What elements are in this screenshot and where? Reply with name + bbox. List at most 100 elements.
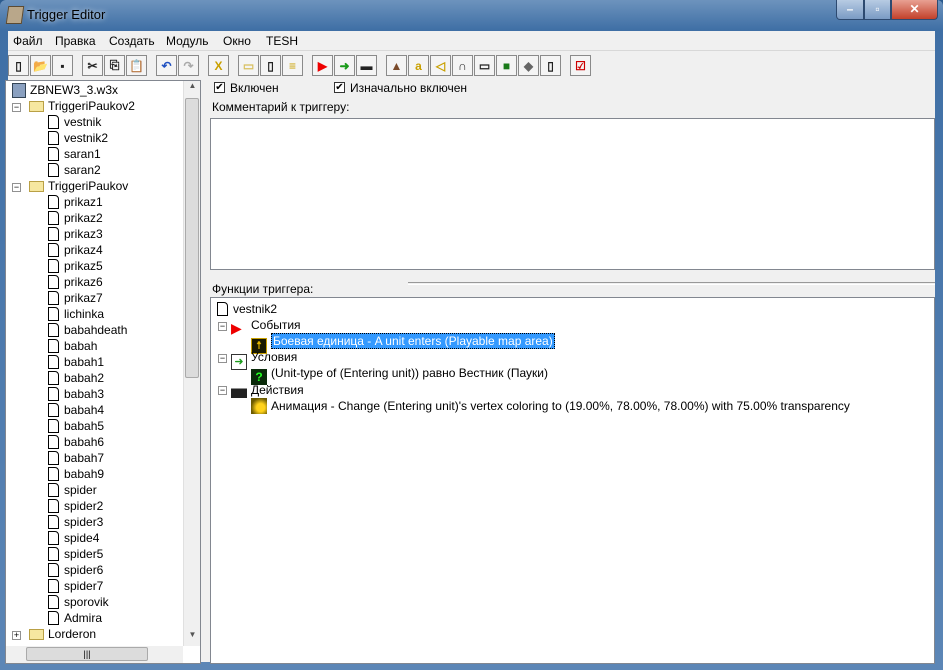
action-clapper-button[interactable]: ▬ [356, 55, 377, 76]
undo-button[interactable]: ↶ [156, 55, 177, 76]
folder-button[interactable]: ▭ [238, 55, 259, 76]
minimize-button[interactable]: – [836, 0, 864, 20]
tree-item[interactable]: saran1 [48, 147, 101, 163]
maximize-button[interactable]: ▫ [864, 0, 891, 20]
tree-item[interactable]: babah9 [48, 467, 104, 483]
save-button[interactable]: ▪ [52, 55, 73, 76]
title-bar[interactable]: Trigger Editor – ▫ ✕ [0, 0, 943, 30]
doodad-button[interactable]: ◆ [518, 55, 539, 76]
tree-item[interactable]: prikaz2 [48, 211, 103, 227]
new-button[interactable]: ▯ [8, 55, 29, 76]
terrain-icon: ▲ [390, 58, 403, 73]
tree-item-label: saran1 [64, 147, 101, 161]
action-item[interactable]: Анимация - Change (Entering unit)'s vert… [251, 398, 850, 414]
tree-item[interactable]: babah [48, 339, 97, 355]
tree-item[interactable]: spider7 [48, 579, 103, 595]
tree-item[interactable]: babah5 [48, 419, 104, 435]
tree-item[interactable]: babah7 [48, 451, 104, 467]
menu-create[interactable]: Создать [109, 34, 155, 48]
enabled-label: Включен [230, 81, 279, 95]
new-trigger-button[interactable]: ▯ [260, 55, 281, 76]
expand-toggle-icon[interactable]: − [12, 183, 21, 192]
text-a-button[interactable]: a [408, 55, 429, 76]
import-button[interactable]: ▯ [540, 55, 561, 76]
copy-button[interactable]: ⎘ [104, 55, 125, 76]
comment-button[interactable]: ≡ [282, 55, 303, 76]
condition-item[interactable]: ? (Unit-type of (Entering unit)) равно Ве… [251, 366, 548, 385]
paste-button[interactable]: 📋 [126, 55, 147, 76]
unit-button[interactable]: ■ [496, 55, 517, 76]
tree-item[interactable]: spider6 [48, 563, 103, 579]
trigger-file-icon [48, 307, 59, 321]
tree-item[interactable]: sporovik [48, 595, 109, 611]
menu-module[interactable]: Модуль [166, 34, 209, 48]
tree-item[interactable]: saran2 [48, 163, 101, 179]
cut-button[interactable]: ✂ [82, 55, 103, 76]
ability-button[interactable]: ∩ [452, 55, 473, 76]
menu-tesh[interactable]: TESH [266, 34, 298, 48]
condition-button[interactable]: ➜ [334, 55, 355, 76]
tree-item[interactable]: babah2 [48, 371, 104, 387]
vertical-scrollbar[interactable]: ▲ ▼ [183, 81, 200, 646]
tree-item[interactable]: prikaz4 [48, 243, 103, 259]
tree-item-label: prikaz5 [64, 259, 103, 273]
trigger-name: vestnik2 [233, 302, 278, 316]
menu-file[interactable]: Файл [13, 34, 43, 48]
redo-button[interactable]: ↷ [178, 55, 199, 76]
item-button[interactable]: ▭ [474, 55, 495, 76]
tree-item[interactable]: babah4 [48, 403, 104, 419]
tree-item[interactable]: spide4 [48, 531, 99, 547]
horizontal-scrollbar[interactable]: ||| [6, 646, 183, 663]
open-button[interactable]: 📂 [30, 55, 51, 76]
folder-icon: ▭ [242, 58, 255, 73]
tree-item[interactable]: babah6 [48, 435, 104, 451]
events-node[interactable]: ▶ События [231, 318, 301, 336]
event-item[interactable]: ☨ Боевая единица - A unit enters (Playabl… [251, 333, 555, 354]
tree-item[interactable]: prikaz7 [48, 291, 103, 307]
tree-item[interactable]: prikaz1 [48, 195, 103, 211]
actions-node[interactable]: Действия [231, 382, 304, 398]
trigger-name-node[interactable]: vestnik2 [217, 302, 277, 318]
tree-item[interactable]: babahdeath [48, 323, 127, 339]
tree-item[interactable]: prikaz6 [48, 275, 103, 291]
comment-textarea[interactable] [210, 118, 935, 270]
tree-item[interactable]: vestnik [48, 115, 101, 131]
scroll-up-icon[interactable]: ▲ [185, 81, 200, 97]
terrain-button[interactable]: ▲ [386, 55, 407, 76]
expand-toggle-icon[interactable]: + [12, 631, 21, 640]
tree-item[interactable]: prikaz5 [48, 259, 103, 275]
hscroll-thumb[interactable]: ||| [26, 647, 148, 661]
collapse-conditions-icon[interactable]: − [218, 354, 227, 363]
collapse-actions-icon[interactable]: − [218, 386, 227, 395]
test-map-button[interactable]: ☑ [570, 55, 591, 76]
collapse-events-icon[interactable]: − [218, 322, 227, 331]
tree-folder[interactable]: Lorderon [29, 627, 96, 643]
menu-window[interactable]: Окно [223, 34, 251, 48]
scroll-thumb[interactable] [185, 98, 199, 378]
scroll-down-icon[interactable]: ▼ [185, 630, 200, 646]
delete-x-button[interactable]: X [208, 55, 229, 76]
tree-item[interactable]: vestnik2 [48, 131, 108, 147]
tree-item[interactable]: lichinka [48, 307, 104, 323]
initially-on-checkbox[interactable]: ✔ [334, 82, 345, 93]
expand-toggle-icon[interactable]: − [12, 103, 21, 112]
close-button[interactable]: ✕ [891, 0, 938, 20]
tree-item[interactable]: spider5 [48, 547, 103, 563]
tree-folder[interactable]: TriggeriPaukov [29, 179, 128, 195]
splitter[interactable] [408, 282, 935, 285]
tree-item[interactable]: babah3 [48, 387, 104, 403]
tree-item[interactable]: spider3 [48, 515, 103, 531]
tree-folder[interactable]: TriggeriPaukov2 [29, 99, 135, 115]
tree-item[interactable]: spider2 [48, 499, 103, 515]
initially-on-label: Изначально включен [350, 81, 468, 95]
tree-item[interactable]: prikaz3 [48, 227, 103, 243]
tree-item[interactable]: spider [48, 483, 97, 499]
event-flag-button[interactable]: ▶ [312, 55, 333, 76]
enabled-checkbox[interactable]: ✔ [214, 82, 225, 93]
sound-button[interactable]: ◁ [430, 55, 451, 76]
menu-edit[interactable]: Правка [55, 34, 96, 48]
tree-item[interactable]: babah1 [48, 355, 104, 371]
tree-root[interactable]: ZBNEW3_3.w3x [12, 83, 118, 99]
tree-item[interactable]: Admira [48, 611, 102, 627]
conditions-node[interactable]: ➜ Условия [231, 350, 297, 370]
